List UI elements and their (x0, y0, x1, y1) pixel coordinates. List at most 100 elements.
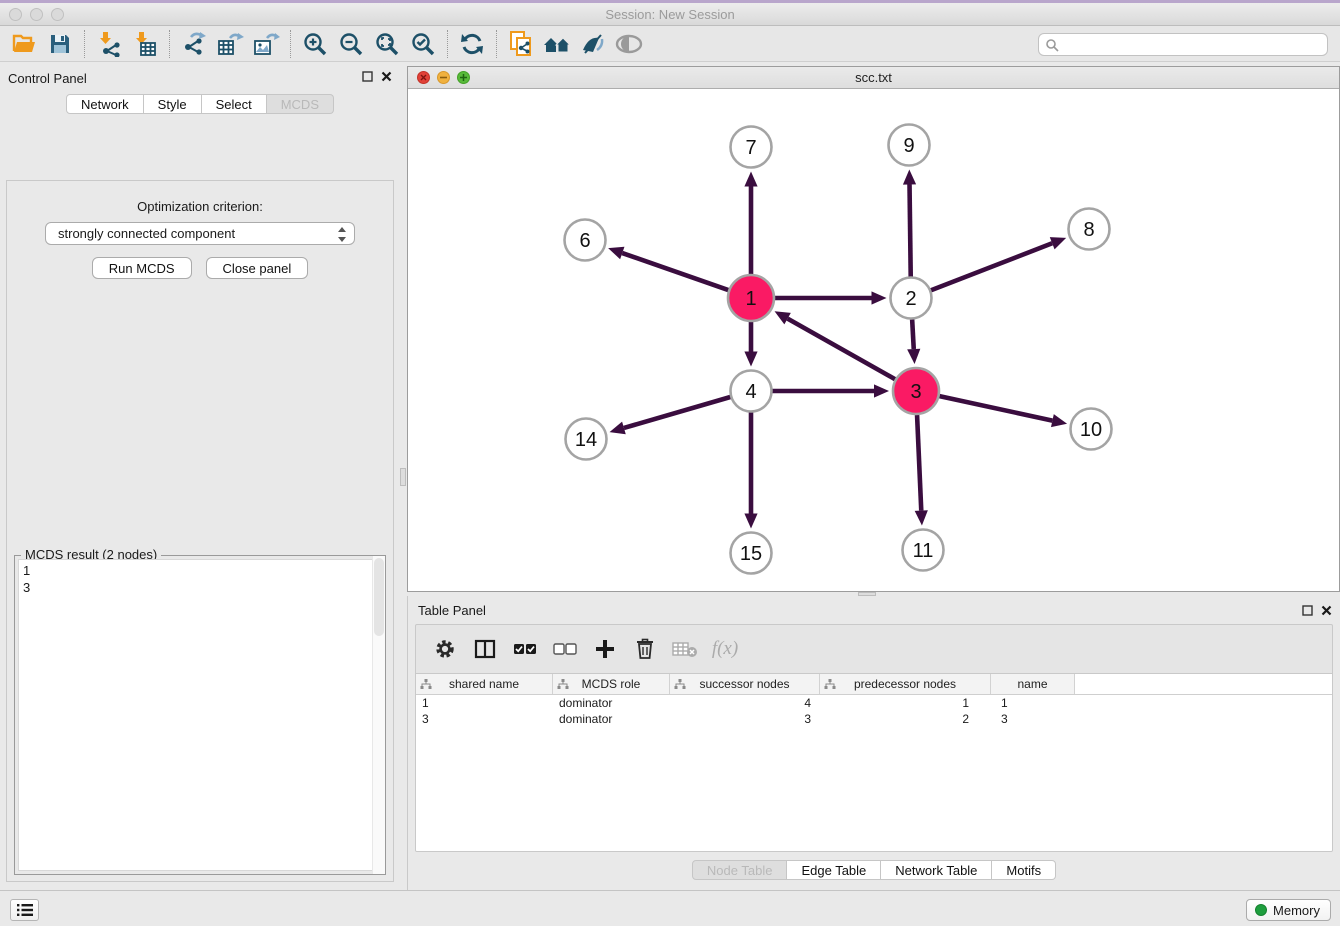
import-table-icon[interactable] (127, 29, 163, 59)
function-builder-icon[interactable]: f(x) (712, 636, 738, 662)
column-type-icon (557, 679, 569, 690)
tab-select[interactable]: Select (202, 94, 267, 114)
zoom-in-icon[interactable] (297, 29, 333, 59)
graph-node-1[interactable]: 1 (728, 275, 774, 321)
network-minimize-button[interactable] (437, 71, 450, 84)
column-header-predecessor-nodes[interactable]: predecessor nodes (820, 674, 991, 694)
delete-table-icon[interactable] (672, 636, 698, 662)
graph-node-15[interactable]: 15 (731, 533, 772, 574)
tab-network-table[interactable]: Network Table (881, 860, 992, 880)
save-session-icon[interactable] (42, 29, 78, 59)
table-cell[interactable]: 3 (670, 711, 820, 727)
graph-node-4[interactable]: 4 (731, 371, 772, 412)
edge-3-10[interactable] (939, 396, 1052, 421)
graph-node-2[interactable]: 2 (891, 278, 932, 319)
table-cell[interactable]: 4 (670, 695, 820, 711)
table-cell[interactable]: 3 (991, 711, 1075, 727)
close-panel-icon[interactable] (381, 71, 392, 82)
select-all-rows-icon[interactable] (512, 636, 538, 662)
graph-node-3[interactable]: 3 (893, 368, 939, 414)
graph-node-11[interactable]: 11 (903, 530, 944, 571)
network-maximize-button[interactable] (457, 71, 470, 84)
delete-columns-icon[interactable] (632, 636, 658, 662)
zoom-window-button[interactable] (51, 8, 64, 21)
column-header-MCDS-role[interactable]: MCDS role (553, 674, 670, 694)
control-panel: Control Panel NetworkStyleSelectMCDS Opt… (0, 62, 400, 890)
result-scrollbar-thumb[interactable] (374, 558, 384, 636)
task-history-button[interactable] (10, 899, 39, 921)
tab-motifs[interactable]: Motifs (992, 860, 1056, 880)
show-graphics-details-icon[interactable] (575, 29, 611, 59)
close-panel-icon[interactable] (1321, 605, 1332, 616)
open-file-icon[interactable] (6, 29, 42, 59)
network-window-titlebar[interactable]: scc.txt (408, 67, 1339, 89)
edge-arrowhead (903, 169, 916, 184)
graph-node-9[interactable]: 9 (889, 125, 930, 166)
export-image-icon[interactable] (248, 29, 284, 59)
edge-4-14[interactable] (624, 397, 730, 428)
column-header-name[interactable]: name (991, 674, 1075, 694)
network-canvas[interactable]: 7 9 6 8 1 2 4 3 14 10 15 11 (408, 89, 1339, 591)
table-row[interactable]: 3dominator323 (416, 711, 1332, 727)
search-input[interactable] (1059, 36, 1327, 53)
graph-node-8[interactable]: 8 (1069, 209, 1110, 250)
export-network-icon[interactable] (176, 29, 212, 59)
float-panel-icon[interactable] (362, 71, 373, 82)
first-neighbors-icon[interactable] (539, 29, 575, 59)
graph-node-14[interactable]: 14 (566, 419, 607, 460)
run-mcds-button[interactable]: Run MCDS (92, 257, 192, 279)
svg-text:3: 3 (910, 381, 921, 403)
table-cell[interactable]: dominator (553, 711, 670, 727)
main-toolbar (0, 26, 1340, 62)
search-icon (1045, 38, 1059, 52)
import-network-icon[interactable] (91, 29, 127, 59)
column-header-successor-nodes[interactable]: successor nodes (670, 674, 820, 694)
tab-node-table[interactable]: Node Table (692, 860, 788, 880)
column-header-shared-name[interactable]: shared name (416, 674, 553, 694)
table-row[interactable]: 1dominator411 (416, 695, 1332, 711)
optimization-criterion-select[interactable]: strongly connected component (45, 222, 355, 245)
create-column-icon[interactable] (592, 636, 618, 662)
table-settings-icon[interactable] (432, 636, 458, 662)
minimize-window-button[interactable] (30, 8, 43, 21)
tab-edge-table[interactable]: Edge Table (787, 860, 881, 880)
zoom-fit-icon[interactable] (369, 29, 405, 59)
zoom-out-icon[interactable] (333, 29, 369, 59)
table-cell[interactable]: 1 (416, 695, 553, 711)
zoom-selected-icon[interactable] (405, 29, 441, 59)
mcds-result-textarea[interactable]: 1 3 (18, 559, 382, 871)
tab-style[interactable]: Style (144, 94, 202, 114)
edge-2-9[interactable] (910, 184, 911, 276)
table-cell[interactable]: 1 (820, 695, 991, 711)
table-cell[interactable]: 2 (820, 711, 991, 727)
redraw-network-icon[interactable] (454, 29, 490, 59)
table-cell[interactable]: 1 (991, 695, 1075, 711)
tab-network[interactable]: Network (66, 94, 144, 114)
tab-mcds[interactable]: MCDS (267, 94, 334, 114)
edge-3-1[interactable] (788, 319, 896, 380)
table-cell[interactable]: dominator (553, 695, 670, 711)
vertical-splitter[interactable] (400, 62, 407, 890)
splitter-grip[interactable] (400, 468, 406, 486)
close-panel-button[interactable]: Close panel (206, 257, 309, 279)
result-scrollbar[interactable] (372, 556, 385, 874)
memory-button[interactable]: Memory (1246, 899, 1331, 921)
export-table-icon[interactable] (212, 29, 248, 59)
graph-node-6[interactable]: 6 (565, 220, 606, 261)
clone-network-icon[interactable] (503, 29, 539, 59)
float-panel-icon[interactable] (1302, 605, 1313, 616)
close-window-button[interactable] (9, 8, 22, 21)
table-cell[interactable]: 3 (416, 711, 553, 727)
graph-node-7[interactable]: 7 (731, 127, 772, 168)
network-graph[interactable]: 7 9 6 8 1 2 4 3 14 10 15 11 (408, 89, 1339, 591)
search-field[interactable] (1038, 33, 1328, 56)
edge-1-6[interactable] (622, 253, 728, 290)
deselect-all-rows-icon[interactable] (552, 636, 578, 662)
edge-3-11[interactable] (917, 415, 921, 511)
bird-eye-view-icon[interactable] (611, 29, 647, 59)
network-close-button[interactable] (417, 71, 430, 84)
graph-node-10[interactable]: 10 (1071, 409, 1112, 450)
edge-2-8[interactable] (931, 243, 1052, 290)
toggle-panel-layout-icon[interactable] (472, 636, 498, 662)
edge-2-3[interactable] (912, 319, 914, 349)
